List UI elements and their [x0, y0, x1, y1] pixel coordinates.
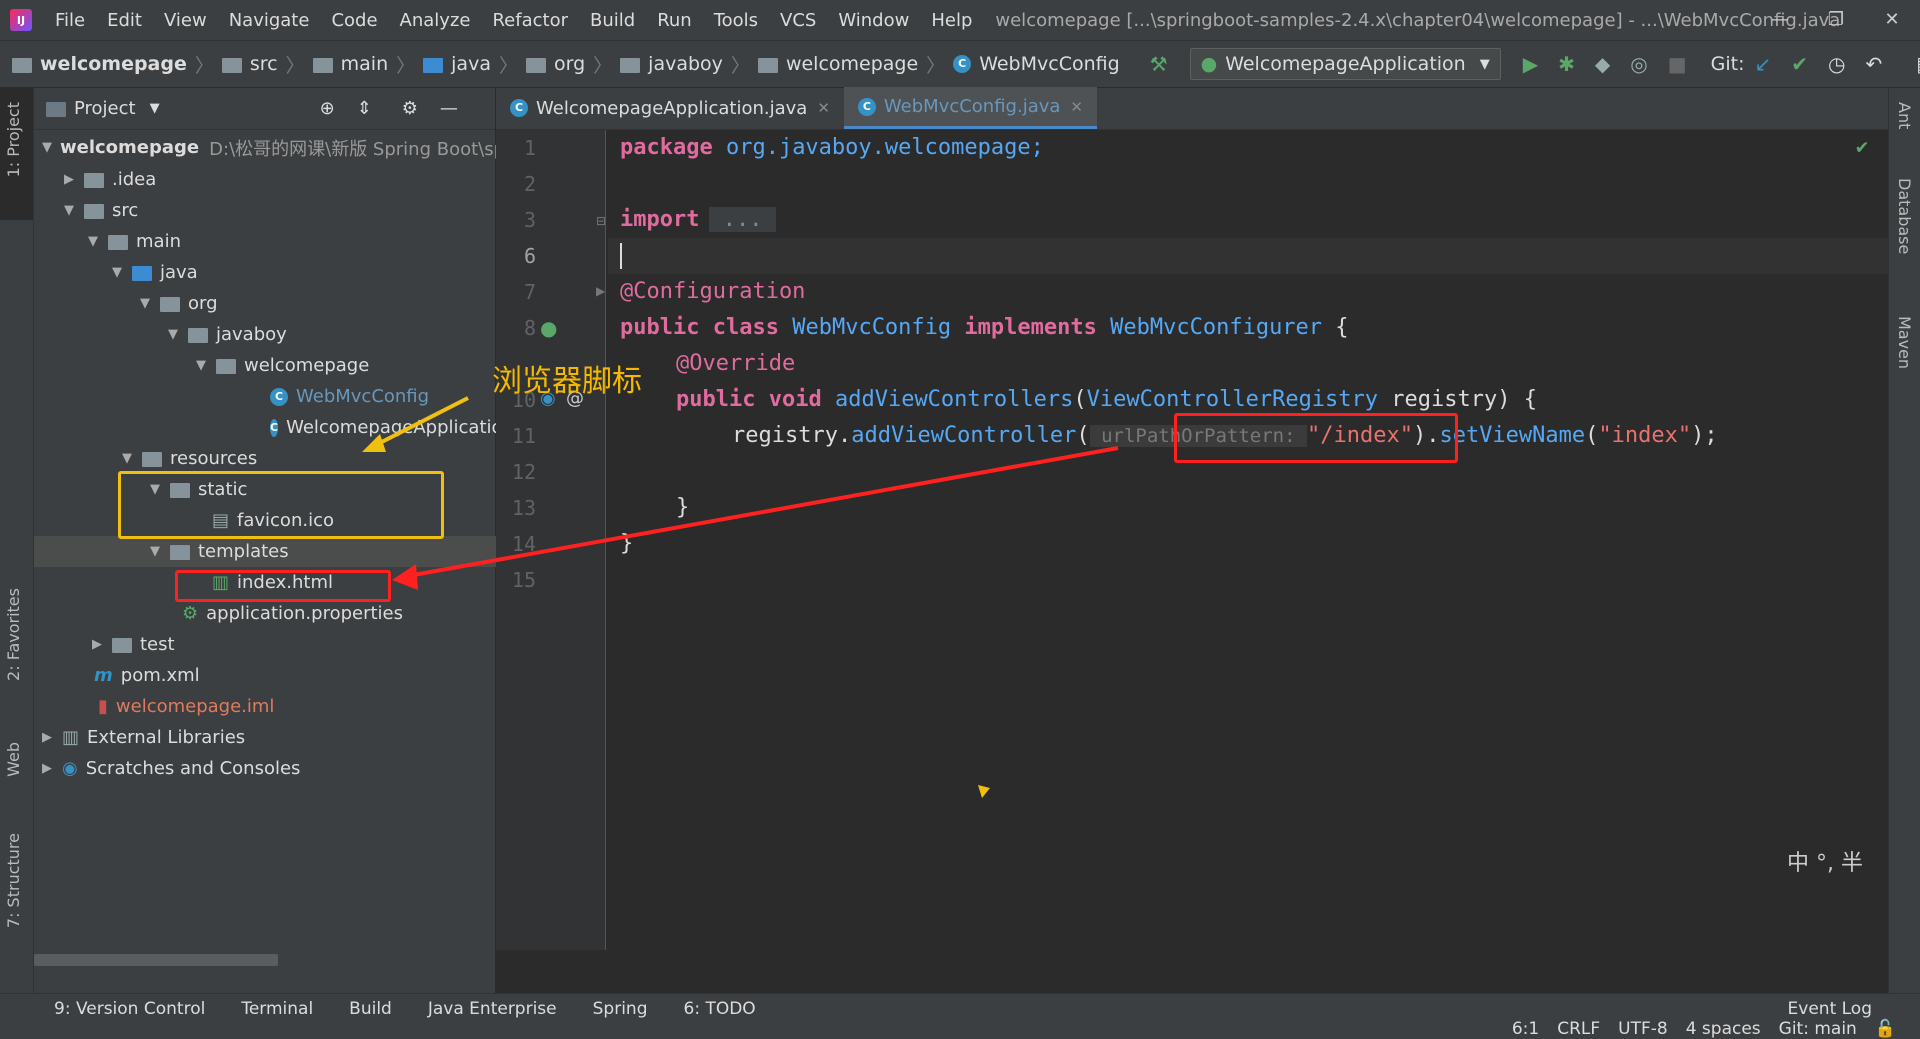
annotation-arrows [362, 396, 1119, 798]
file-encoding[interactable]: UTF-8 [1618, 1019, 1668, 1039]
tab-version-control[interactable]: 9: Version Control [54, 999, 205, 1019]
red-arrow-line [407, 446, 1119, 578]
tab-terminal[interactable]: Terminal [241, 999, 313, 1019]
tab-event-log[interactable]: Event Log [1788, 999, 1872, 1019]
red-arrowhead [392, 564, 418, 590]
annotation-label: 浏览器脚标 [492, 364, 642, 399]
ime-indicator[interactable]: 中 °, 半 [1787, 845, 1863, 877]
mouse-cursor-marker [978, 785, 990, 798]
line-separator[interactable]: CRLF [1557, 1019, 1600, 1039]
git-branch[interactable]: Git: main [1779, 1019, 1857, 1039]
caret-position[interactable]: 6:1 [1512, 1019, 1539, 1039]
tab-build[interactable]: Build [349, 999, 392, 1019]
tab-java-enterprise[interactable]: Java Enterprise [428, 999, 557, 1019]
status-bar: 6:1 CRLF UTF-8 4 spaces Git: main 🔓 [0, 1019, 1920, 1039]
indent-setting[interactable]: 4 spaces [1686, 1019, 1761, 1039]
tab-spring[interactable]: Spring [593, 999, 648, 1019]
yellow-arrow-line [373, 396, 469, 448]
lock-icon[interactable]: 🔓 [1875, 1019, 1896, 1039]
yellow-arrowhead [362, 434, 386, 452]
tab-todo[interactable]: 6: TODO [684, 999, 756, 1019]
